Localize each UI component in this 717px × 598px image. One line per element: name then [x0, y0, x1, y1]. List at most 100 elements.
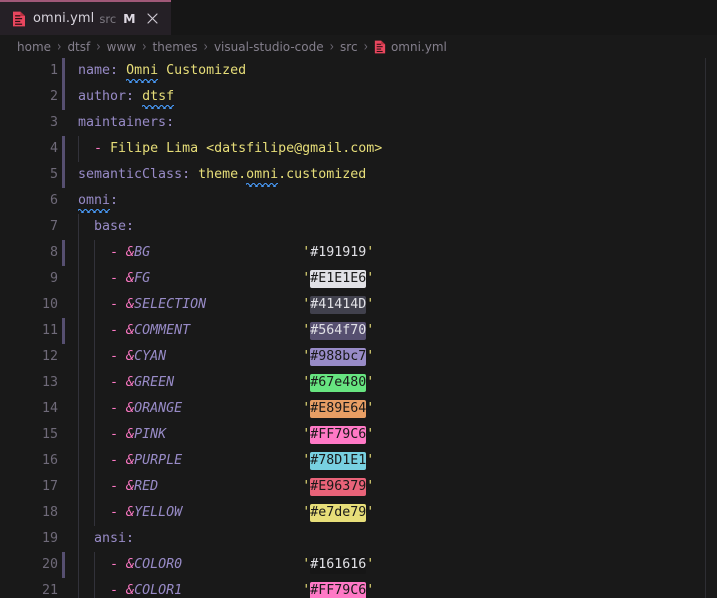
- color-decorator-swatch[interactable]: #FF79C6: [310, 426, 367, 444]
- color-decorator-swatch[interactable]: #FF79C6: [310, 582, 367, 598]
- yaml-quote: ': [366, 401, 375, 416]
- code-line[interactable]: 11 - &COMMENT '#564f70': [0, 318, 717, 344]
- line-number: 7: [49, 219, 58, 234]
- spelling-error-squiggle: [78, 209, 111, 213]
- yaml-key: maintainers: [78, 115, 167, 130]
- code-line-text: semanticClass: theme.omni.customized: [78, 162, 366, 188]
- code-line[interactable]: 15 - &PINK '#FF79C6': [0, 422, 717, 448]
- code-line[interactable]: 7 base:: [0, 214, 717, 240]
- yaml-colon: :: [126, 219, 135, 234]
- code-line[interactable]: 20 - &COLOR0 '#161616': [0, 552, 717, 578]
- code-line[interactable]: 21 - &COLOR1 '#FF79C6': [0, 578, 717, 598]
- color-decorator-swatch[interactable]: #E89E64: [310, 400, 367, 418]
- color-decorator-swatch[interactable]: #564f70: [310, 322, 367, 340]
- breadcrumb-item-www[interactable]: www: [106, 40, 137, 54]
- code-line[interactable]: 8 - &BG '#191919': [0, 240, 717, 266]
- yaml-key: ansi: [94, 531, 127, 546]
- code-editor[interactable]: 1 name: Omni Customized 2 author: dtsf 3 main…: [0, 58, 717, 598]
- yaml-anchor-sigil: &: [126, 453, 135, 468]
- yaml-colon: :: [182, 167, 191, 182]
- breadcrumb-item-src[interactable]: src: [339, 40, 359, 54]
- code-line-text: base:: [78, 214, 134, 240]
- yaml-anchor-sigil: &: [126, 427, 135, 442]
- color-decorator-swatch[interactable]: #67e480: [310, 374, 367, 392]
- color-decorator-swatch[interactable]: #E1E1E6: [310, 270, 367, 288]
- code-line[interactable]: 4 - Filipe Lima <datsfilipe@gmail.com>: [0, 136, 717, 162]
- line-number: 14: [41, 401, 58, 416]
- line-number: 9: [49, 271, 58, 286]
- color-decorator-swatch[interactable]: #161616: [310, 556, 367, 574]
- line-number: 8: [49, 245, 58, 260]
- yaml-key: base: [94, 219, 127, 234]
- chevron-right-icon: ›: [96, 38, 101, 55]
- breadcrumb-item-visual-studio-code[interactable]: visual-studio-code: [213, 40, 325, 54]
- color-decorator-swatch[interactable]: #988bc7: [310, 348, 367, 366]
- gutter-modified-marker: [62, 318, 65, 344]
- yaml-key: semanticClass: [78, 167, 183, 182]
- color-decorator-swatch[interactable]: #41414D: [310, 296, 367, 314]
- editor-tab-description: src: [99, 11, 117, 26]
- breadcrumb-item-themes[interactable]: themes: [152, 40, 199, 54]
- code-line-text: - &BG '#191919': [78, 240, 374, 266]
- gutter-modified-marker: [62, 136, 65, 162]
- yaml-sequence-dash: -: [110, 401, 119, 416]
- color-decorator-swatch[interactable]: #E96379: [310, 478, 367, 496]
- code-line-text: - Filipe Lima <datsfilipe@gmail.com>: [78, 136, 382, 162]
- gutter-modified-marker: [62, 84, 65, 110]
- line-number: 16: [41, 453, 58, 468]
- color-decorator-swatch[interactable]: #78D1E1: [310, 452, 367, 470]
- yaml-sequence-dash: -: [110, 427, 119, 442]
- code-lines: 1 name: Omni Customized 2 author: dtsf 3 main…: [0, 58, 717, 598]
- code-line[interactable]: 17 - &RED '#E96379': [0, 474, 717, 500]
- code-line[interactable]: 12 - &CYAN '#988bc7': [0, 344, 717, 370]
- chevron-right-icon: ›: [329, 38, 335, 55]
- editor-tab-omni-yml[interactable]: omni.yml src M: [0, 0, 171, 35]
- breadcrumb-item-home[interactable]: home: [16, 40, 52, 54]
- code-line[interactable]: 13 - &GREEN '#67e480': [0, 370, 717, 396]
- yaml-sequence-dash: -: [110, 453, 119, 468]
- code-line[interactable]: 6 omni:: [0, 188, 717, 214]
- yaml-sequence-dash: -: [110, 323, 119, 338]
- yaml-quote: ': [366, 453, 375, 468]
- code-line[interactable]: 1 name: Omni Customized: [0, 58, 717, 84]
- editor-tab-label: omni.yml: [33, 11, 95, 26]
- yaml-sequence-dash: -: [110, 375, 119, 390]
- breadcrumb-item-dtsf[interactable]: dtsf: [66, 40, 91, 54]
- yaml-anchor-name: SELECTION: [134, 297, 207, 312]
- editor-tab-dirty-badge: M: [123, 11, 136, 26]
- line-number: 19: [41, 531, 58, 546]
- yaml-quote: ': [366, 297, 375, 312]
- color-decorator-swatch[interactable]: #191919: [310, 244, 367, 262]
- code-line-text: - &GREEN '#67e480': [78, 370, 374, 396]
- code-line[interactable]: 16 - &PURPLE '#78D1E1': [0, 448, 717, 474]
- chevron-right-icon: ›: [142, 38, 147, 55]
- line-number: 6: [49, 193, 58, 208]
- yaml-anchor-sigil: &: [126, 479, 135, 494]
- breadcrumb-item-omni-yml[interactable]: omni.yml: [373, 40, 448, 54]
- line-number: 13: [41, 375, 58, 390]
- code-line-text: - &FG '#E1E1E6': [78, 266, 374, 292]
- yaml-sequence-dash: -: [110, 479, 119, 494]
- yaml-sequence-dash: -: [110, 297, 119, 312]
- yaml-anchor-name: PURPLE: [134, 453, 183, 468]
- yaml-quote: ': [366, 427, 375, 442]
- yaml-quote: ': [366, 271, 375, 286]
- code-line[interactable]: 2 author: dtsf: [0, 84, 717, 110]
- close-icon[interactable]: [144, 10, 161, 27]
- code-line[interactable]: 5 semanticClass: theme.omni.customized: [0, 162, 717, 188]
- chevron-right-icon: ›: [57, 38, 62, 55]
- yaml-sequence-dash: -: [110, 245, 119, 260]
- yaml-sequence-dash: -: [110, 557, 119, 572]
- code-line[interactable]: 14 - &ORANGE '#E89E64': [0, 396, 717, 422]
- color-decorator-swatch[interactable]: #e7de79: [310, 504, 367, 522]
- code-line[interactable]: 18 - &YELLOW '#e7de79': [0, 500, 717, 526]
- yaml-anchor-sigil: &: [126, 323, 135, 338]
- yaml-value: Omni Customized: [126, 63, 247, 78]
- line-number: 10: [41, 297, 58, 312]
- yaml-key: name: [78, 63, 111, 78]
- code-line[interactable]: 9 - &FG '#E1E1E6': [0, 266, 717, 292]
- yaml-sequence-dash: -: [110, 349, 119, 364]
- code-line[interactable]: 19 ansi:: [0, 526, 717, 552]
- code-line[interactable]: 3 maintainers:: [0, 110, 717, 136]
- code-line[interactable]: 10 - &SELECTION '#41414D': [0, 292, 717, 318]
